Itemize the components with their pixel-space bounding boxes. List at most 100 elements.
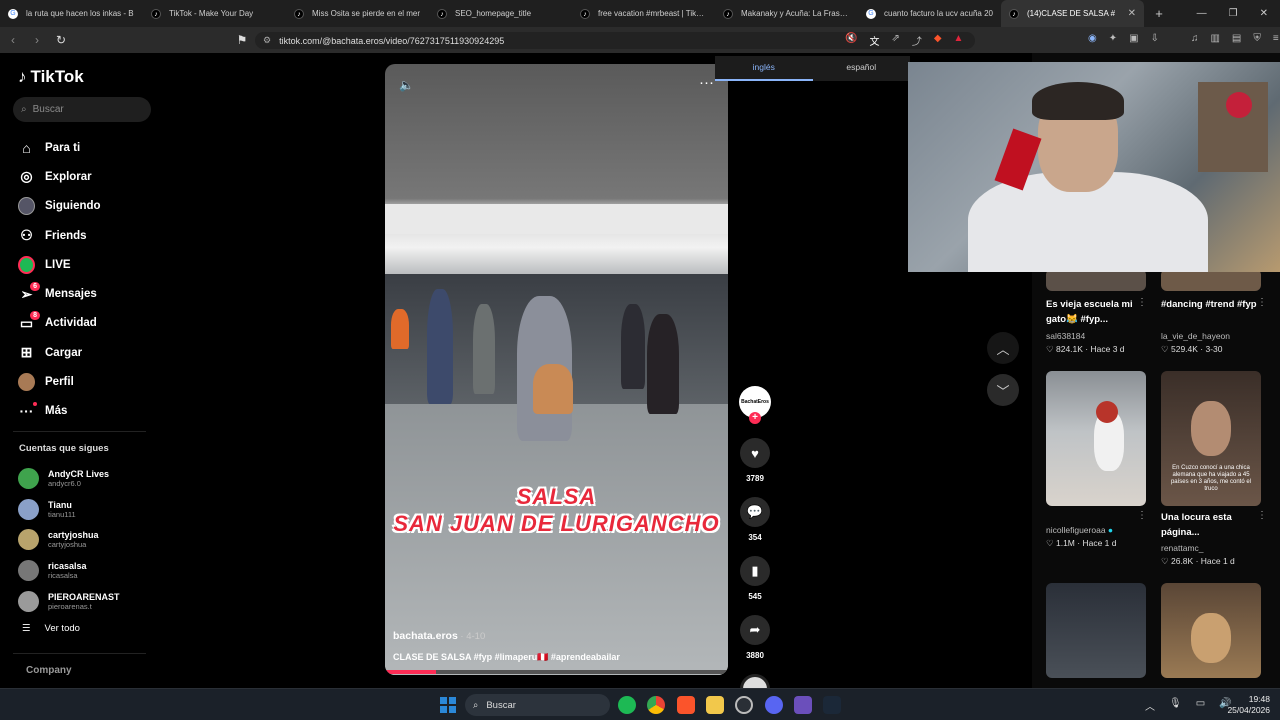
open-external-icon[interactable]: ⇗	[891, 33, 899, 48]
nav-item-siguiendo[interactable]: Siguiendo	[18, 192, 158, 221]
taskbar-clock[interactable]: 19:48 25/04/2026	[1222, 694, 1270, 716]
more-icon[interactable]: ⋮	[1137, 297, 1147, 308]
obs-icon[interactable]	[735, 696, 753, 714]
recommended-author[interactable]: sal638184	[1046, 331, 1156, 341]
browser-tab[interactable]: ♪ TikTok - Make Your Day	[143, 0, 286, 27]
recommended-title[interactable]: Es vieja escuela mi gato😹 #fyp...	[1046, 297, 1146, 327]
video-author[interactable]: bachata.eros	[393, 630, 458, 642]
see-all-button[interactable]: ☰ Ver todo	[22, 623, 80, 634]
screenshot-icon[interactable]: ▣	[1129, 33, 1138, 44]
following-account[interactable]: ricasalsa ricasalsa	[18, 555, 158, 586]
translate-icon[interactable]: 文	[869, 33, 879, 48]
next-video-button[interactable]: ﹀	[987, 374, 1019, 406]
chrome-icon[interactable]	[647, 696, 665, 714]
follow-plus-icon[interactable]: +	[749, 412, 761, 424]
extensions-icon[interactable]: ✦	[1109, 33, 1117, 44]
creator-avatar[interactable]: BachatEros +	[739, 386, 771, 424]
recommended-thumbnail[interactable]	[1046, 371, 1146, 506]
more-options-icon[interactable]: ···	[699, 74, 714, 91]
share-icon[interactable]: ⤴	[912, 33, 922, 48]
recommended-author-row[interactable]: nicollefigueroaa ●	[1046, 525, 1156, 535]
brave-icon[interactable]	[677, 696, 695, 714]
recommended-thumbnail[interactable]	[1161, 269, 1261, 291]
new-tab-button[interactable]: +	[1144, 6, 1174, 21]
comment-action[interactable]: 💬 354	[737, 497, 773, 542]
close-tab-icon[interactable]: ✕	[1128, 8, 1136, 19]
following-account[interactable]: AndyCR Lives andycr6.0	[18, 463, 158, 494]
translate-tab-english[interactable]: inglés	[715, 56, 813, 81]
following-account[interactable]: cartyjoshua cartyjoshua	[18, 525, 158, 556]
more-icon[interactable]: ⋮	[1257, 297, 1267, 308]
heart-icon[interactable]: ♥	[740, 438, 770, 468]
minimize-icon[interactable]: —	[1197, 8, 1207, 19]
recommended-thumbnail[interactable]	[1161, 583, 1261, 678]
browser-tab[interactable]: Gcuanto facturo la ucv acuña 20	[858, 0, 1001, 27]
recommended-author[interactable]: renattamc_	[1161, 543, 1271, 553]
nav-item-explorar[interactable]: ◎ Explorar	[18, 162, 158, 191]
nav-item-friends[interactable]: ⚇ Friends	[18, 221, 158, 250]
forward-icon[interactable]: ›	[30, 33, 44, 47]
back-icon[interactable]: ‹	[6, 33, 20, 47]
nav-item-perfil[interactable]: Perfil	[18, 367, 158, 396]
previous-video-button[interactable]: ︿	[987, 332, 1019, 364]
bookmark-icon[interactable]: ⚑	[235, 33, 249, 47]
file-explorer-icon[interactable]	[706, 696, 724, 714]
maximize-icon[interactable]: ❐	[1229, 8, 1238, 19]
site-info-icon[interactable]: ⚙	[263, 35, 271, 46]
downloads-icon[interactable]: ⇩	[1151, 33, 1159, 44]
browser-tab[interactable]: ♪ SEO_homepage_title	[429, 0, 572, 27]
microphone-icon[interactable]: 🎙	[1169, 698, 1182, 713]
following-account[interactable]: PIEROARENAST pieroarenas.t	[18, 586, 158, 617]
like-action[interactable]: ♥ 3789	[737, 438, 773, 483]
following-account[interactable]: Tianu tianu111	[18, 494, 158, 525]
recommended-title[interactable]: Una locura esta página...	[1161, 510, 1261, 540]
reload-icon[interactable]: ↻	[54, 33, 68, 47]
tiktok-logo[interactable]: ♪ TikTok	[18, 67, 84, 87]
search-input[interactable]: ⌕ Buscar	[13, 97, 151, 122]
steam-icon[interactable]	[823, 696, 841, 714]
volume-icon[interactable]: 🔈	[399, 78, 414, 92]
company-link[interactable]: Company	[26, 665, 72, 676]
audio-playing-icon[interactable]: ◉	[1088, 33, 1097, 44]
menu-icon[interactable]: ≡	[1273, 33, 1279, 44]
recommended-thumbnail[interactable]	[1046, 269, 1146, 291]
share-action[interactable]: ➦ 3880	[737, 615, 773, 660]
recommended-thumbnail[interactable]	[1046, 583, 1146, 678]
browser-tab[interactable]: Gla ruta que hacen los inkas - B	[0, 0, 143, 27]
sidebar-toggle-icon[interactable]: ▥	[1210, 33, 1219, 44]
translate-tab-spanish[interactable]: español	[813, 56, 911, 81]
spotify-icon[interactable]	[618, 696, 636, 714]
save-action[interactable]: ▮ 545	[737, 556, 773, 601]
video-progress-bar[interactable]	[385, 670, 728, 674]
bookmark-icon[interactable]: ▮	[740, 556, 770, 586]
vpn-icon[interactable]: ⛨	[1253, 33, 1261, 44]
close-window-icon[interactable]: ✕	[1260, 8, 1268, 19]
browser-tab[interactable]: ♪ Miss Osita se pierde en el mer	[286, 0, 429, 27]
video-player[interactable]: 🔈 ··· SALSA SAN JUAN DE LURIGANCHO bacha…	[385, 64, 728, 675]
taskbar-search[interactable]: ⌕ Buscar	[465, 694, 610, 716]
nav-item-para-ti[interactable]: ⌂ Para ti	[18, 133, 158, 162]
nav-item-actividad[interactable]: ▭ 8 Actividad	[18, 309, 158, 338]
mute-site-icon[interactable]: 🔇	[845, 33, 857, 48]
wallet-icon[interactable]: ▤	[1232, 33, 1241, 44]
browser-tab[interactable]: ♪ Makanaky y Acuña: La Frase q	[715, 0, 858, 27]
recommended-thumbnail[interactable]: En Cuzco conocí a una chica alemana que …	[1161, 371, 1261, 506]
nav-item-live[interactable]: LIVE	[18, 250, 158, 279]
nav-item-mensajes[interactable]: ➢ 6 Mensajes	[18, 279, 158, 308]
more-icon[interactable]: ⋮	[1137, 510, 1147, 521]
brave-rewards-icon[interactable]: ▲	[954, 33, 964, 48]
nav-item-mas[interactable]: ··· Más	[18, 397, 158, 426]
comment-icon[interactable]: 💬	[740, 497, 770, 527]
app-grid-icon[interactable]	[794, 696, 812, 714]
browser-tab-active[interactable]: ♪ (14)CLASE DE SALSA # ✕	[1001, 0, 1144, 27]
network-icon[interactable]: ▭	[1196, 698, 1205, 713]
more-icon[interactable]: ⋮	[1257, 510, 1267, 521]
media-icon[interactable]: ♫	[1191, 33, 1199, 44]
recommended-author[interactable]: la_vie_de_hayeon	[1161, 331, 1271, 341]
browser-tab[interactable]: ♪ free vacation #mrbeast | TikTok	[572, 0, 715, 27]
tray-expand-icon[interactable]: ︿	[1145, 698, 1155, 713]
nav-item-cargar[interactable]: ⊞ Cargar	[18, 338, 158, 367]
recommended-title[interactable]: #dancing #trend #fyp	[1161, 297, 1261, 312]
discord-icon[interactable]	[765, 696, 783, 714]
share-arrow-icon[interactable]: ➦	[740, 615, 770, 645]
